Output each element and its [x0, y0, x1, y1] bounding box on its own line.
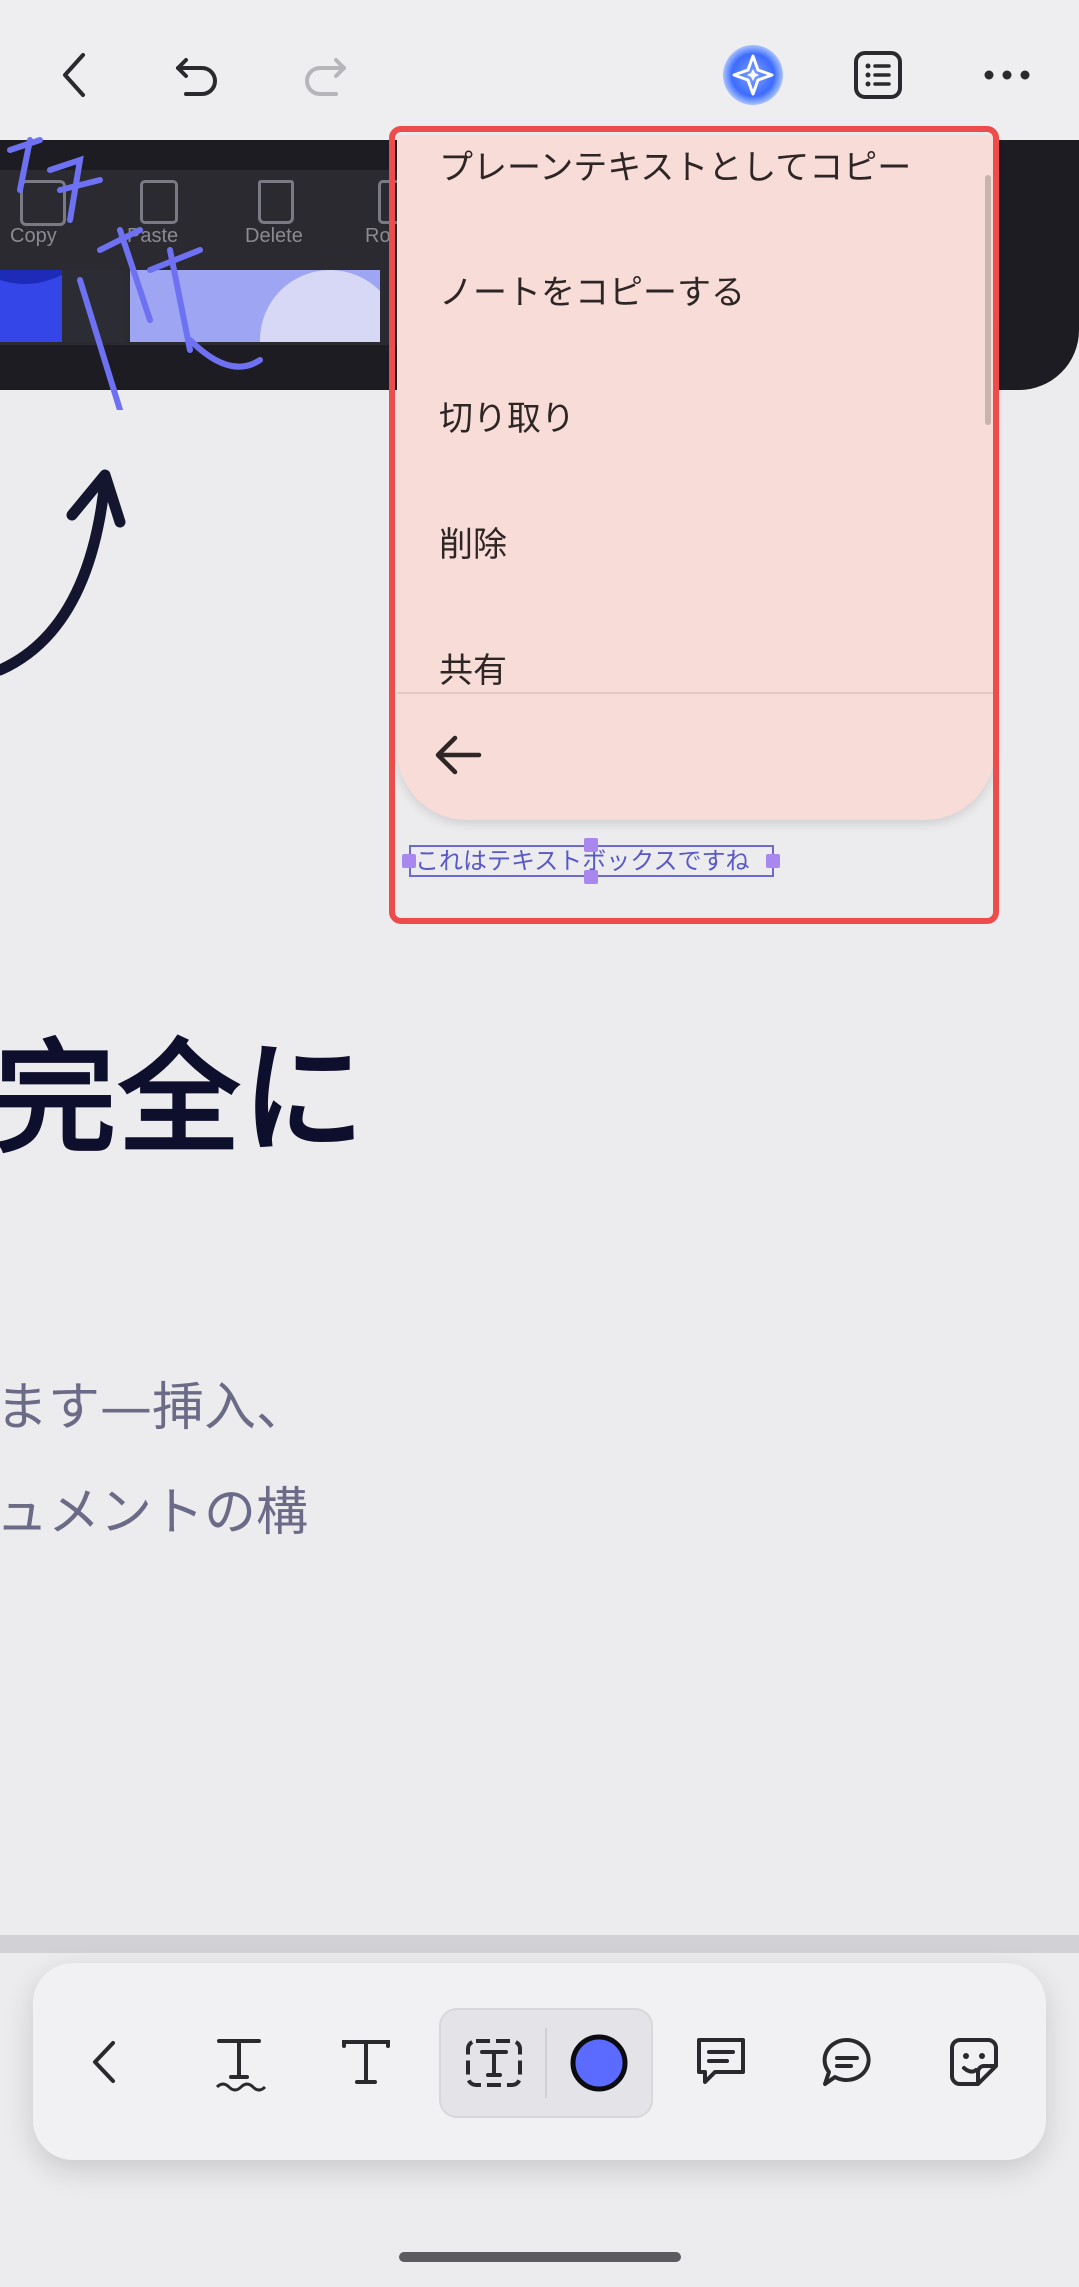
undo-icon[interactable]: [162, 40, 232, 110]
page-divider: [0, 1935, 1079, 1953]
ai-assistant-icon[interactable]: [718, 40, 788, 110]
text-tools-toolbar: [33, 1963, 1046, 2160]
text-style-underline-icon[interactable]: [203, 2026, 275, 2098]
arrow-doodle: [0, 469, 126, 676]
toolbar-back-icon[interactable]: [69, 2026, 141, 2098]
sticker-icon[interactable]: [938, 2026, 1010, 2098]
back-icon[interactable]: [40, 40, 110, 110]
body-text-line-2: ュメントの構: [0, 1483, 309, 1543]
tool-group-separator: [545, 2028, 547, 2098]
color-picker-icon[interactable]: [563, 2027, 635, 2099]
text-style-icon[interactable]: [330, 2026, 402, 2098]
body-text-line-1: ます—挿入、: [0, 1378, 309, 1438]
top-app-bar: [0, 0, 1079, 140]
speech-bubble-icon[interactable]: [811, 2026, 883, 2098]
redo-icon[interactable]: [290, 40, 360, 110]
handwriting-stroke: [7, 137, 263, 410]
home-indicator[interactable]: [399, 2252, 681, 2262]
highlight-frame: [389, 126, 999, 924]
more-options-icon[interactable]: [972, 40, 1042, 110]
comment-reply-icon[interactable]: [685, 2026, 757, 2098]
page-heading: 完全に: [0, 1028, 366, 1170]
tool-label-rotate: Ro: [365, 225, 391, 247]
text-box-icon[interactable]: [458, 2027, 530, 2099]
outline-list-icon[interactable]: [843, 40, 913, 110]
text-box-tool-group: [439, 2008, 653, 2118]
